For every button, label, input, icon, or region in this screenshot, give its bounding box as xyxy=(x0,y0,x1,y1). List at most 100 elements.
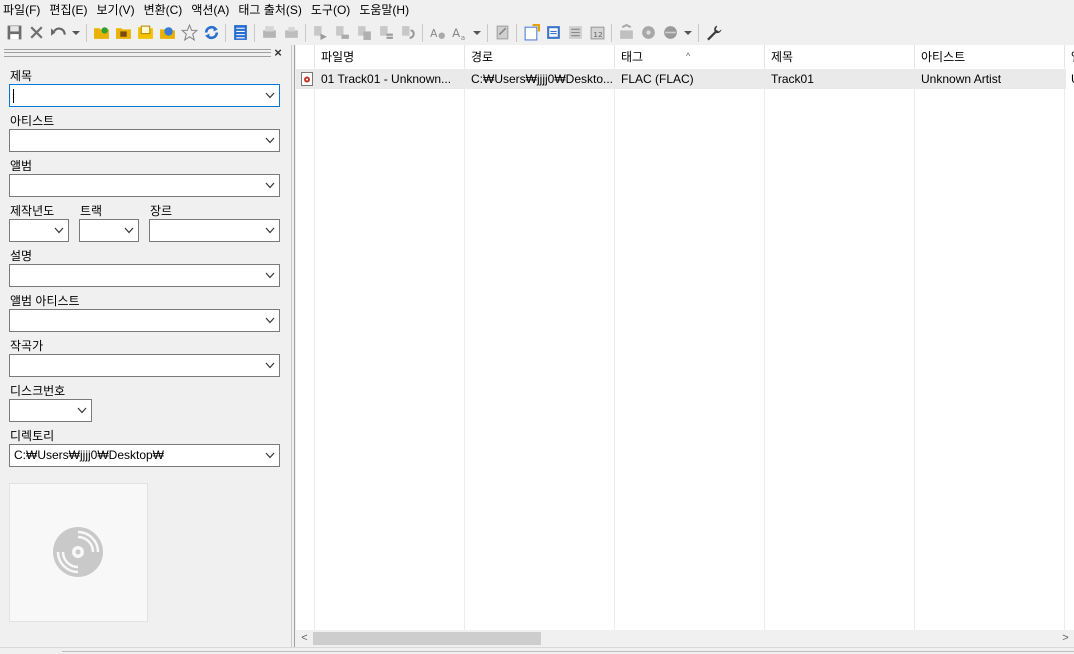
file-list[interactable]: 파일명 경로 태그 ^ 제목 아티스트 앨 01 Track01 - Unkno… xyxy=(296,45,1074,647)
column-header-artist[interactable]: 아티스트 xyxy=(915,45,1065,67)
playlist-icon[interactable] xyxy=(156,22,178,44)
column-header-album[interactable]: 앨 xyxy=(1065,45,1074,67)
export-icon[interactable] xyxy=(520,22,542,44)
album-label: 앨범 xyxy=(10,159,33,173)
artist-label: 아티스트 xyxy=(10,114,55,128)
album-combo[interactable] xyxy=(9,174,280,197)
panel-splitter[interactable] xyxy=(292,45,295,647)
import-icon[interactable] xyxy=(542,22,564,44)
cell-filename: 01 Track01 - Unknown... xyxy=(321,72,452,86)
playlist-export-all-icon[interactable]: 12 xyxy=(586,22,608,44)
close-icon[interactable]: × xyxy=(271,46,285,60)
cover-art-box[interactable] xyxy=(9,483,148,622)
playlist-export-icon[interactable] xyxy=(564,22,586,44)
web-source-dropdown-icon[interactable] xyxy=(681,22,695,44)
discnumber-combo[interactable] xyxy=(9,399,92,422)
save-icon[interactable] xyxy=(3,22,25,44)
directory-combo[interactable]: C:₩Users₩jjjj0₩Desktop₩ xyxy=(9,444,280,467)
chevron-down-icon xyxy=(265,227,275,234)
svg-text:A: A xyxy=(452,26,460,40)
menu-convert[interactable]: 변환(C) xyxy=(140,0,188,20)
menu-action[interactable]: 액션(A) xyxy=(187,0,234,20)
add-folder-icon[interactable] xyxy=(112,22,134,44)
artist-combo[interactable] xyxy=(9,129,280,152)
list-icon[interactable] xyxy=(229,22,251,44)
chevron-down-icon xyxy=(265,182,275,189)
genre-combo[interactable] xyxy=(149,219,280,242)
genre-label: 장르 xyxy=(150,204,173,218)
favorites-folder-icon[interactable] xyxy=(134,22,156,44)
horizontal-scrollbar[interactable]: < > xyxy=(296,630,1074,647)
column-header-path[interactable]: 경로 xyxy=(465,45,615,67)
disc-icon xyxy=(53,527,103,577)
auto-numbering-icon[interactable]: A xyxy=(426,22,448,44)
scroll-left-icon[interactable]: < xyxy=(296,630,313,647)
composer-combo[interactable] xyxy=(9,354,280,377)
table-row[interactable]: 01 Track01 - Unknown... C:₩Users₩jjjj0₩D… xyxy=(296,69,1074,89)
panel-grip[interactable] xyxy=(4,49,284,57)
chevron-down-icon xyxy=(265,452,275,459)
toolbar-separator xyxy=(698,23,699,42)
web-source-icon[interactable] xyxy=(615,22,637,44)
column-line xyxy=(464,67,465,632)
column-header-tag-label: 태그 xyxy=(621,50,644,64)
album-artist-label: 앨범 아티스트 xyxy=(10,294,80,308)
filename-to-tag-icon[interactable] xyxy=(331,22,353,44)
quick-action-icon[interactable] xyxy=(491,22,513,44)
title-combo[interactable] xyxy=(9,84,280,107)
menu-file[interactable]: 파일(F) xyxy=(0,0,45,20)
wrench-icon[interactable] xyxy=(702,22,724,44)
undo-icon[interactable] xyxy=(47,22,69,44)
menu-edit[interactable]: 편집(E) xyxy=(45,0,92,20)
column-header-title[interactable]: 제목 xyxy=(765,45,915,67)
open-folder-icon[interactable] xyxy=(90,22,112,44)
menu-view[interactable]: 보기(V) xyxy=(92,0,139,20)
chevron-down-icon xyxy=(265,272,275,279)
column-header-tag[interactable]: 태그 ^ xyxy=(615,45,765,67)
musicbrainz-icon[interactable] xyxy=(659,22,681,44)
remove-tag-icon[interactable] xyxy=(25,22,47,44)
cell-tag: FLAC (FLAC) xyxy=(621,72,694,86)
menu-bar: 파일(F) 편집(E) 보기(V) 변환(C) 액션(A) 태그 출처(S) 도… xyxy=(0,0,1074,20)
menu-tools[interactable]: 도구(O) xyxy=(307,0,355,20)
column-line xyxy=(764,67,765,632)
cell-artist: Unknown Artist xyxy=(921,72,1002,86)
toolbar-separator xyxy=(422,23,423,42)
tag-panel: × 제목 아티스트 앨범 제작년도 트랙 장르 설명 앨범 아티스트 작곡가 디… xyxy=(0,45,292,647)
cell-title: Track01 xyxy=(771,72,814,86)
chevron-down-icon xyxy=(265,137,275,144)
tag-to-tag-icon[interactable] xyxy=(397,22,419,44)
composer-label: 작곡가 xyxy=(10,339,44,353)
tag-to-filename-icon[interactable] xyxy=(309,22,331,44)
album-artist-combo[interactable] xyxy=(9,309,280,332)
scrollbar-thumb[interactable] xyxy=(313,632,541,645)
column-header-icon[interactable] xyxy=(296,45,315,67)
print-preview-icon[interactable] xyxy=(280,22,302,44)
column-line xyxy=(614,67,615,632)
svg-text:12: 12 xyxy=(593,30,602,39)
filename-to-filename-icon[interactable] xyxy=(353,22,375,44)
case-dropdown-icon[interactable] xyxy=(470,22,484,44)
undo-dropdown-icon[interactable] xyxy=(69,22,83,44)
column-header-filename[interactable]: 파일명 xyxy=(315,45,465,67)
track-combo[interactable] xyxy=(79,219,139,242)
discnumber-label: 디스크번호 xyxy=(10,384,66,398)
case-conversion-icon[interactable]: Aa xyxy=(448,22,470,44)
refresh-icon[interactable] xyxy=(200,22,222,44)
star-icon[interactable] xyxy=(178,22,200,44)
scroll-right-icon[interactable]: > xyxy=(1057,630,1074,647)
svg-text:a: a xyxy=(460,33,465,41)
comment-combo[interactable] xyxy=(9,264,280,287)
text-file-to-tag-icon[interactable] xyxy=(375,22,397,44)
toolbar-separator xyxy=(516,23,517,42)
sort-ascending-icon: ^ xyxy=(686,51,691,61)
menu-tag-sources[interactable]: 태그 출처(S) xyxy=(234,0,307,20)
column-line xyxy=(914,67,915,632)
print-icon[interactable] xyxy=(258,22,280,44)
toolbar-separator xyxy=(225,23,226,42)
chevron-down-icon xyxy=(265,362,275,369)
freedb-icon[interactable] xyxy=(637,22,659,44)
year-combo[interactable] xyxy=(9,219,69,242)
menu-help[interactable]: 도움말(H) xyxy=(355,0,414,20)
cell-path: C:₩Users₩jjjj0₩Deskto... xyxy=(471,72,614,86)
